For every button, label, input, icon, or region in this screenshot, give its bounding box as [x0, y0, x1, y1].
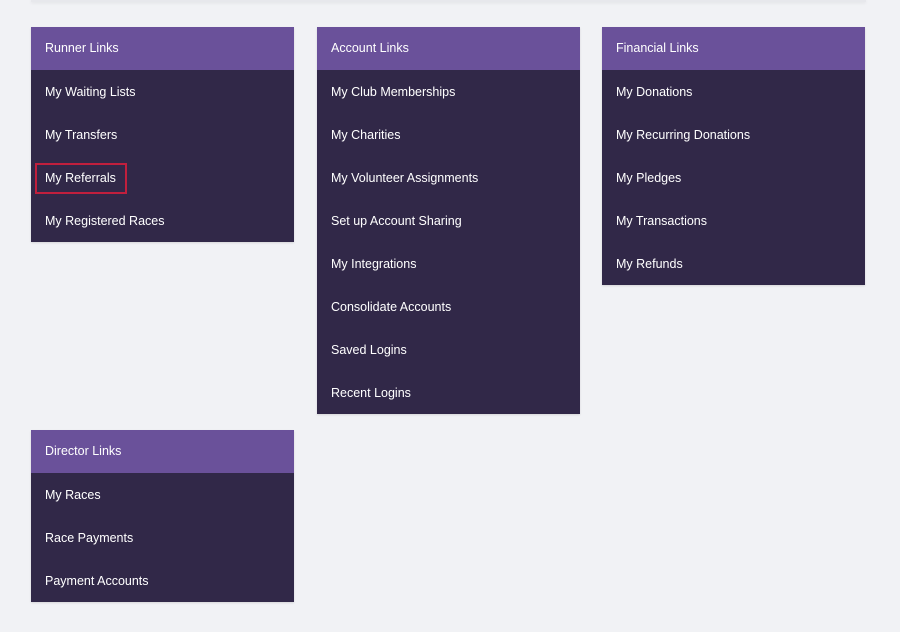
financial-links-panel: Financial Links My Donations My Recurrin…: [602, 27, 865, 285]
link-label: My Pledges: [616, 170, 682, 185]
link-my-charities[interactable]: My Charities: [317, 113, 580, 156]
link-my-recurring-donations[interactable]: My Recurring Donations: [602, 113, 865, 156]
link-my-refunds[interactable]: My Refunds: [602, 242, 865, 285]
link-my-referrals[interactable]: My Referrals: [31, 156, 294, 199]
link-my-transactions[interactable]: My Transactions: [602, 199, 865, 242]
runner-links-panel: Runner Links My Waiting Lists My Transfe…: [31, 27, 294, 242]
link-label: My Waiting Lists: [45, 84, 136, 99]
link-label: My Donations: [616, 84, 693, 99]
link-set-up-account-sharing[interactable]: Set up Account Sharing: [317, 199, 580, 242]
link-payment-accounts[interactable]: Payment Accounts: [31, 559, 294, 602]
link-label: Consolidate Accounts: [331, 299, 452, 314]
link-my-pledges[interactable]: My Pledges: [602, 156, 865, 199]
financial-links-header: Financial Links: [602, 27, 865, 70]
link-saved-logins[interactable]: Saved Logins: [317, 328, 580, 371]
link-my-registered-races[interactable]: My Registered Races: [31, 199, 294, 242]
link-label: Set up Account Sharing: [331, 213, 462, 228]
link-label: My Transactions: [616, 213, 708, 228]
link-my-volunteer-assignments[interactable]: My Volunteer Assignments: [317, 156, 580, 199]
link-label: My Refunds: [616, 256, 683, 271]
director-links-header: Director Links: [31, 430, 294, 473]
link-label: Race Payments: [45, 530, 134, 545]
link-label: Saved Logins: [331, 342, 407, 357]
link-label: My Transfers: [45, 127, 118, 142]
link-my-waiting-lists[interactable]: My Waiting Lists: [31, 70, 294, 113]
link-label: My Volunteer Assignments: [331, 170, 479, 185]
account-links-panel: Account Links My Club Memberships My Cha…: [317, 27, 580, 414]
link-label: My Integrations: [331, 256, 417, 271]
link-my-integrations[interactable]: My Integrations: [317, 242, 580, 285]
link-my-transfers[interactable]: My Transfers: [31, 113, 294, 156]
highlight-box: [35, 163, 127, 194]
runner-links-header: Runner Links: [31, 27, 294, 70]
link-label: My Races: [45, 487, 101, 502]
link-consolidate-accounts[interactable]: Consolidate Accounts: [317, 285, 580, 328]
link-label: My Charities: [331, 127, 401, 142]
link-label: My Recurring Donations: [616, 127, 751, 142]
link-label: My Club Memberships: [331, 84, 456, 99]
link-label: Payment Accounts: [45, 573, 149, 588]
director-links-panel: Director Links My Races Race Payments Pa…: [31, 430, 294, 602]
link-my-donations[interactable]: My Donations: [602, 70, 865, 113]
link-label: My Registered Races: [45, 213, 165, 228]
link-my-races[interactable]: My Races: [31, 473, 294, 516]
link-my-club-memberships[interactable]: My Club Memberships: [317, 70, 580, 113]
account-links-header: Account Links: [317, 27, 580, 70]
link-label: Recent Logins: [331, 385, 411, 400]
link-race-payments[interactable]: Race Payments: [31, 516, 294, 559]
top-strip: [31, 0, 866, 2]
link-recent-logins[interactable]: Recent Logins: [317, 371, 580, 414]
